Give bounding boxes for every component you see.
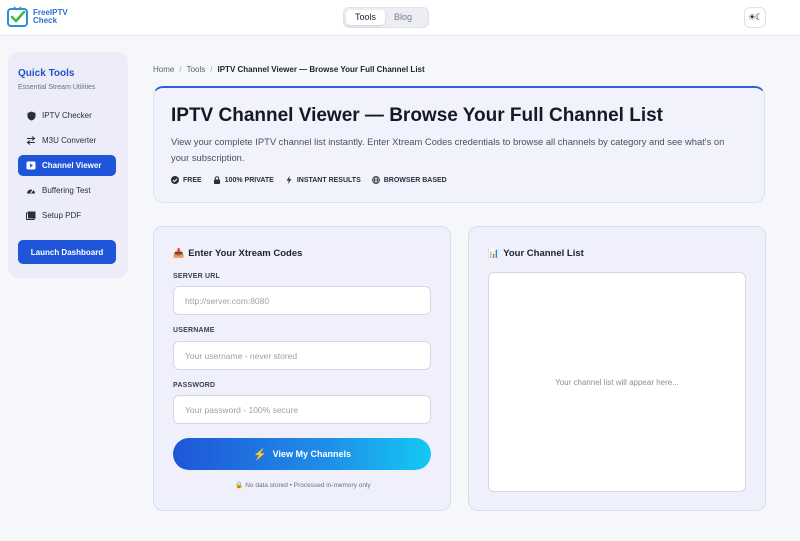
badge-free: FREE bbox=[171, 176, 202, 184]
password-input[interactable] bbox=[173, 395, 431, 424]
badge-private: 100% PRIVATE bbox=[213, 176, 274, 184]
sidebar-item-label: Setup PDF bbox=[42, 211, 82, 220]
privacy-note: 🔒 No data stored • Processed in-memory o… bbox=[235, 482, 371, 489]
channel-list-card: 📊 Your Channel List Your channel list wi… bbox=[468, 226, 766, 511]
breadcrumb-current: IPTV Channel Viewer — Browse Your Full C… bbox=[217, 65, 425, 74]
breadcrumb-home[interactable]: Home bbox=[153, 65, 174, 74]
play-screen-icon bbox=[26, 161, 36, 171]
form-title: 📥 Enter Your Xtream Codes bbox=[173, 248, 302, 259]
bolt-icon bbox=[285, 176, 293, 184]
badge-label: FREE bbox=[183, 176, 202, 184]
server-url-label: SERVER URL bbox=[173, 273, 220, 280]
swap-arrows-icon bbox=[26, 136, 36, 146]
lightning-icon: ⚡ bbox=[252, 448, 267, 461]
sidebar-subtitle: Essential Stream Utilities bbox=[18, 84, 96, 91]
sidebar-item-setup-pdf[interactable]: Setup PDF bbox=[18, 205, 116, 226]
sidebar-item-m3u-converter[interactable]: M3U Converter bbox=[18, 130, 116, 151]
tv-check-logo-icon bbox=[7, 6, 28, 27]
top-nav: FreeIPTV Check Tools Blog ☀☾ bbox=[0, 0, 800, 36]
sidebar-item-channel-viewer[interactable]: Channel Viewer bbox=[18, 155, 116, 176]
check-circle-icon bbox=[171, 176, 179, 184]
brand-name: FreeIPTV Check bbox=[33, 9, 68, 25]
username-input[interactable] bbox=[173, 341, 431, 370]
breadcrumb-separator: / bbox=[179, 65, 182, 74]
page-title: IPTV Channel Viewer — Browse Your Full C… bbox=[171, 105, 663, 126]
launch-dashboard-button[interactable]: Launch Dashboard bbox=[18, 240, 116, 264]
sidebar-item-label: Buffering Test bbox=[42, 186, 91, 195]
hero-card: IPTV Channel Viewer — Browse Your Full C… bbox=[153, 86, 765, 203]
badge-label: INSTANT RESULTS bbox=[296, 176, 361, 184]
form-title-text: Enter Your Xtream Codes bbox=[188, 248, 303, 259]
badge-browser: BROWSER BASED bbox=[371, 176, 447, 184]
username-label: USERNAME bbox=[173, 327, 215, 334]
page-description: View your complete IPTV channel list ins… bbox=[171, 136, 725, 163]
breadcrumb-tools[interactable]: Tools bbox=[187, 65, 206, 74]
view-channels-button[interactable]: ⚡ View My Channels bbox=[173, 438, 431, 470]
brand-logo[interactable]: FreeIPTV Check bbox=[6, 5, 68, 29]
bar-chart-icon: 📊 bbox=[488, 248, 500, 258]
inbox-tray-icon: 📥 bbox=[173, 248, 185, 258]
globe-icon bbox=[371, 176, 380, 184]
channel-list-title: 📊 Your Channel List bbox=[488, 248, 584, 259]
brand-name-line2: Check bbox=[33, 16, 58, 25]
badge-instant: INSTANT RESULTS bbox=[285, 176, 361, 184]
lock-icon bbox=[213, 176, 221, 184]
sidebar-item-label: IPTV Checker bbox=[42, 111, 92, 120]
tab-blog[interactable]: Blog bbox=[385, 10, 421, 25]
channel-list-container[interactable]: Your channel list will appear here... bbox=[488, 272, 746, 492]
breadcrumb-separator: / bbox=[210, 65, 213, 74]
sidebar-item-label: Channel Viewer bbox=[42, 161, 102, 170]
sidebar-item-buffering-test[interactable]: Buffering Test bbox=[18, 180, 116, 201]
feature-badges: FREE 100% PRIVATE INSTANT RESULTS BROWSE… bbox=[171, 176, 458, 184]
credentials-form-card: 📥 Enter Your Xtream Codes SERVER URL USE… bbox=[153, 226, 451, 511]
badge-label: 100% PRIVATE bbox=[224, 176, 274, 184]
nav-tabs: Tools Blog bbox=[343, 7, 429, 28]
sidebar-title: Quick Tools bbox=[18, 68, 75, 79]
tab-tools[interactable]: Tools bbox=[346, 10, 386, 25]
sidebar-item-iptv-checker[interactable]: IPTV Checker bbox=[18, 105, 116, 126]
theme-toggle-icon[interactable]: ☀☾ bbox=[744, 7, 766, 28]
sidebar-item-label: M3U Converter bbox=[42, 136, 97, 145]
channel-list-empty-state: Your channel list will appear here... bbox=[555, 377, 679, 387]
gauge-icon bbox=[26, 186, 36, 196]
sidebar: Quick Tools Essential Stream Utilities I… bbox=[8, 52, 128, 278]
shield-icon bbox=[26, 111, 36, 121]
server-url-input[interactable] bbox=[173, 286, 431, 315]
document-icon bbox=[26, 211, 36, 221]
breadcrumb: Home / Tools / IPTV Channel Viewer — Bro… bbox=[153, 65, 425, 74]
password-label: PASSWORD bbox=[173, 382, 216, 389]
channel-list-title-text: Your Channel List bbox=[503, 248, 584, 259]
view-channels-button-label: View My Channels bbox=[272, 449, 352, 459]
badge-label: BROWSER BASED bbox=[383, 176, 447, 184]
